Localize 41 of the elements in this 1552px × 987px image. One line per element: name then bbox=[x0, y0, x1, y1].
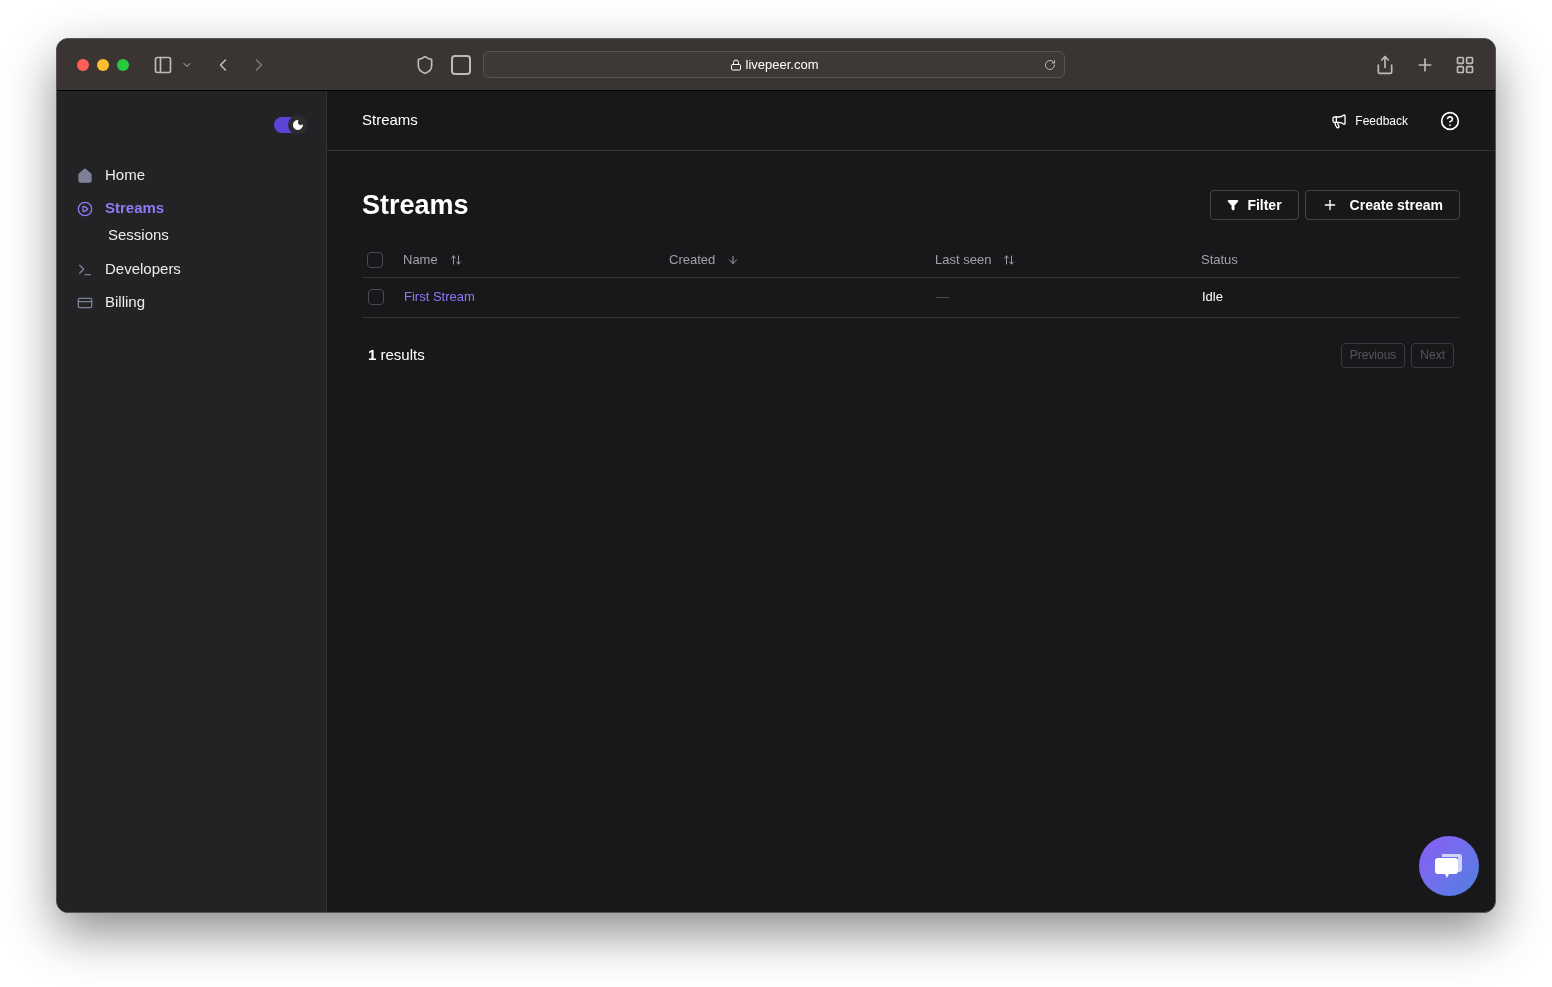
last-seen-cell-text: — bbox=[936, 288, 950, 307]
chat-bubble-icon bbox=[1434, 852, 1464, 880]
zoom-window-button[interactable] bbox=[117, 58, 129, 71]
sidebar-toggle-icon[interactable] bbox=[153, 54, 173, 75]
sidebar-item[interactable]: Developers bbox=[77, 253, 306, 286]
feedback-button[interactable]: Feedback bbox=[1331, 111, 1408, 130]
column-header: Created bbox=[669, 251, 716, 270]
tab-overview-icon[interactable] bbox=[1455, 54, 1475, 75]
sidebar-item[interactable]: Billing bbox=[77, 286, 306, 319]
column-header: Name bbox=[403, 251, 438, 270]
moon-icon bbox=[292, 119, 304, 131]
share-icon[interactable] bbox=[1375, 54, 1395, 75]
status-cell-text: Idle bbox=[1202, 288, 1224, 307]
row-checkbox[interactable] bbox=[368, 289, 384, 305]
minimize-window-button[interactable] bbox=[97, 58, 109, 71]
sort-icon[interactable] bbox=[449, 254, 462, 266]
megaphone-icon bbox=[1331, 112, 1348, 129]
lock-icon bbox=[729, 58, 742, 71]
results-count: 1 results bbox=[368, 344, 425, 365]
column-header: Status bbox=[1201, 251, 1238, 270]
sort-icon[interactable] bbox=[1003, 254, 1016, 266]
sidebar-item[interactable]: Home bbox=[77, 159, 306, 192]
help-icon[interactable] bbox=[1440, 110, 1460, 131]
url-text: livepeer.com bbox=[745, 55, 819, 74]
home-icon bbox=[77, 167, 93, 184]
shield-icon[interactable] bbox=[415, 54, 435, 75]
header-title: Streams bbox=[362, 110, 418, 131]
reload-icon[interactable] bbox=[1044, 58, 1056, 71]
filter-button[interactable]: Filter bbox=[1210, 190, 1299, 221]
column-header: Last seen bbox=[935, 251, 992, 270]
theme-toggle[interactable] bbox=[274, 117, 306, 133]
address-bar[interactable]: livepeer.com bbox=[483, 51, 1065, 78]
select-all-checkbox[interactable] bbox=[367, 252, 383, 268]
chat-launcher-button[interactable] bbox=[1419, 836, 1479, 896]
create-stream-button[interactable]: Create stream bbox=[1304, 190, 1460, 221]
filter-icon bbox=[1227, 199, 1240, 212]
sort-descending-icon[interactable] bbox=[727, 254, 740, 266]
close-window-button[interactable] bbox=[77, 58, 89, 71]
stream-link[interactable]: First Stream bbox=[404, 287, 670, 307]
play-icon bbox=[77, 200, 93, 217]
page-title: Streams bbox=[362, 189, 469, 222]
